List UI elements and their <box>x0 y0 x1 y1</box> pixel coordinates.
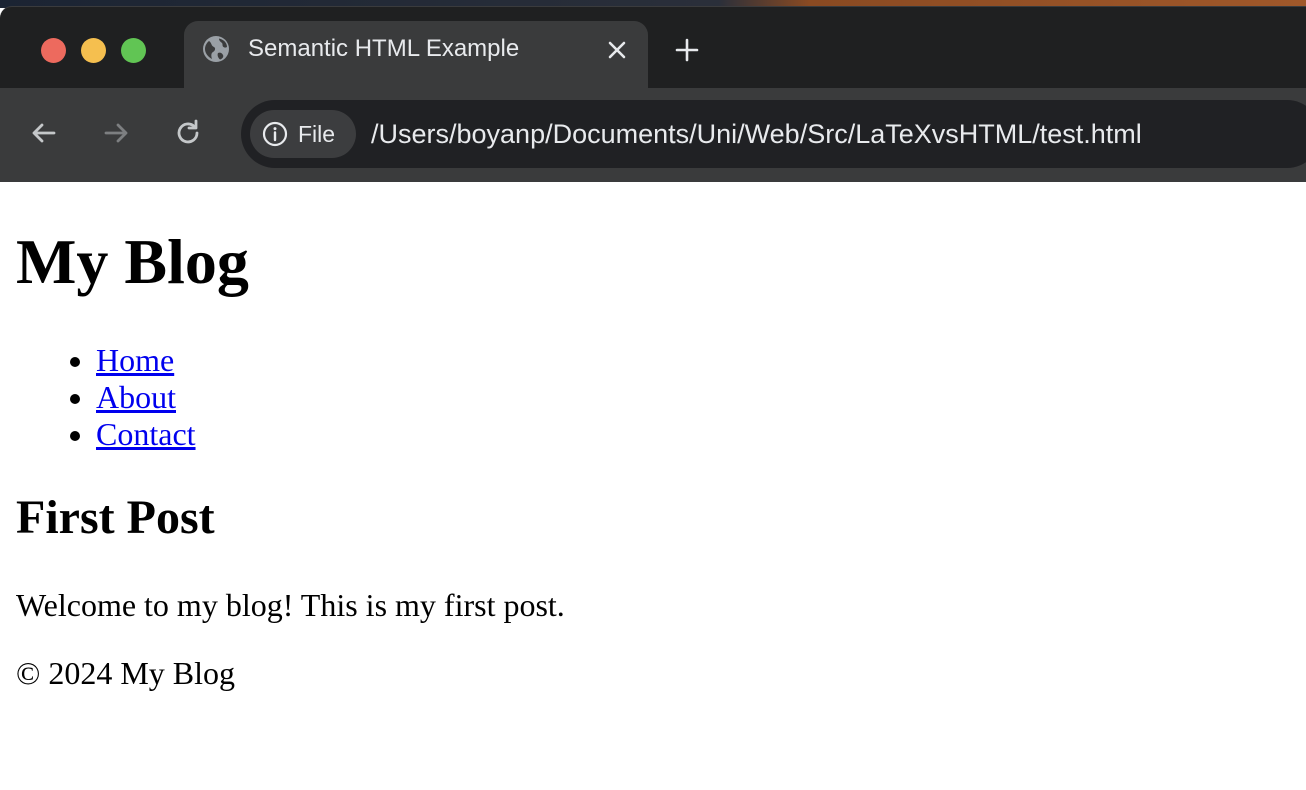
address-bar[interactable]: File /Users/boyanp/Documents/Uni/Web/Src… <box>241 100 1306 168</box>
window-close-button[interactable] <box>41 38 66 63</box>
window-maximize-button[interactable] <box>121 38 146 63</box>
tab-strip: Semantic HTML Example <box>0 6 1306 91</box>
nav-list: Home About Contact <box>16 342 196 453</box>
post-title: First Post <box>16 491 215 544</box>
reload-icon <box>177 119 199 144</box>
arrow-left-icon <box>32 123 56 143</box>
browser-window: Semantic HTML Example File /Users/boyanp… <box>0 0 1306 790</box>
post-body: Welcome to my blog! This is my first pos… <box>16 587 565 623</box>
page-content: My Blog Home About Contact First Post We… <box>0 182 1306 790</box>
nav-item-contact: Contact <box>96 416 196 453</box>
nav-link-home[interactable]: Home <box>96 342 174 378</box>
nav-link-about[interactable]: About <box>96 379 176 415</box>
site-info-chip[interactable]: File <box>250 110 356 158</box>
info-icon <box>262 121 288 147</box>
window-minimize-button[interactable] <box>81 38 106 63</box>
reload-button[interactable] <box>171 116 205 150</box>
browser-toolbar: File /Users/boyanp/Documents/Uni/Web/Src… <box>0 88 1306 182</box>
footer-copyright: © 2024 My Blog <box>16 655 235 691</box>
arrow-right-icon <box>104 123 128 143</box>
globe-icon <box>201 34 231 64</box>
nav-item-about: About <box>96 379 196 416</box>
url-text[interactable]: /Users/boyanp/Documents/Uni/Web/Src/LaTe… <box>371 117 1142 151</box>
forward-button[interactable] <box>99 116 133 150</box>
blog-title: My Blog <box>16 226 249 297</box>
tab-title: Semantic HTML Example <box>248 35 520 62</box>
site-info-label: File <box>298 121 336 147</box>
tab-semantic-html-example[interactable]: Semantic HTML Example <box>184 21 648 91</box>
new-tab-button[interactable] <box>672 35 702 65</box>
plus-icon <box>675 38 699 62</box>
nav-item-home: Home <box>96 342 196 379</box>
back-button[interactable] <box>27 116 61 150</box>
nav-link-contact[interactable]: Contact <box>96 416 196 452</box>
close-icon[interactable] <box>604 37 630 63</box>
